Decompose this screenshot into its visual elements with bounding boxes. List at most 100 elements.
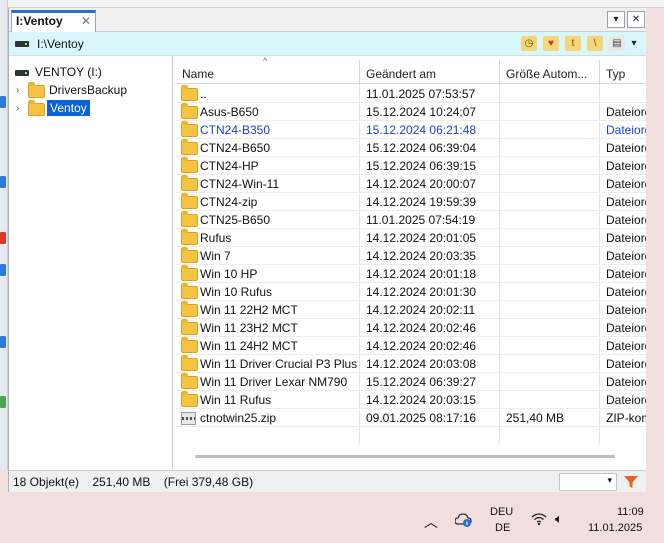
table-row[interactable]: Win 11 Driver Lexar NM790 15.12.2024 06:3… — [175, 373, 646, 391]
table-row[interactable]: .. 11.01.2025 07:53:57 — [175, 85, 646, 103]
edge-mark-icon — [0, 96, 6, 108]
close-pane-button[interactable]: ✕ — [627, 11, 645, 28]
table-row[interactable]: CTN24-Win-11 14.12.2024 20:00:07 Dateiordn… — [175, 175, 646, 193]
clock-time[interactable]: 11:09 — [617, 506, 644, 518]
column-header-name[interactable]: Name — [182, 67, 214, 81]
tree-root[interactable]: VENTOY (I:) — [9, 64, 169, 82]
zip-file-icon — [181, 412, 196, 425]
table-row[interactable]: Win 11 Rufus 14.12.2024 20:03:15 Dateiordn… — [175, 391, 646, 409]
list-header: ^ Name Geändert am Größe Autom... Typ — [175, 56, 646, 84]
filter-icon[interactable]: \ — [587, 36, 603, 51]
tree-item-ventoy[interactable]: › Ventoy — [9, 100, 169, 118]
column-separator[interactable] — [599, 60, 600, 84]
file-modified: 14.12.2024 20:01:18 — [366, 267, 477, 281]
file-type: Dateiordner — [606, 141, 646, 155]
file-name: CTN24-Win-11 — [200, 177, 280, 191]
table-row[interactable]: Win 10 Rufus 14.12.2024 20:01:30 Dateiordn… — [175, 283, 646, 301]
folder-icon — [181, 103, 198, 119]
file-type: Dateiordner — [606, 123, 646, 137]
table-row[interactable]: CTN24-B350 15.12.2024 06:21:48 Dateiordner — [175, 121, 646, 139]
folder-icon — [181, 139, 198, 155]
tag-icon[interactable]: t — [565, 36, 581, 51]
column-header-modified[interactable]: Geändert am — [366, 67, 436, 81]
table-row[interactable]: CTN24-HP 15.12.2024 06:39:15 Dateiordner — [175, 157, 646, 175]
tab-close-icon[interactable]: ✕ — [81, 14, 91, 28]
edge-mark-icon — [0, 396, 6, 408]
tree-item-label: DriversBackup — [49, 83, 128, 97]
tab-menu-button[interactable]: ▾ — [607, 11, 625, 28]
drive-icon — [15, 41, 29, 47]
file-type: Dateiordner — [606, 105, 646, 119]
chevron-right-icon[interactable]: › — [16, 85, 19, 96]
column-separator[interactable] — [499, 60, 500, 84]
table-row[interactable]: Win 11 23H2 MCT 14.12.2024 20:02:46 Dateio… — [175, 319, 646, 337]
speaker-icon[interactable]: 🔈︎ — [555, 511, 563, 527]
table-row[interactable]: Win 11 22H2 MCT 14.12.2024 20:02:11 Dateio… — [175, 301, 646, 319]
input-language-bottom[interactable]: DE — [495, 522, 510, 534]
horizontal-scrollbar[interactable] — [195, 455, 615, 458]
folder-icon — [181, 211, 198, 227]
file-name: Win 7 — [200, 249, 231, 263]
layout-icon[interactable]: ▤ — [609, 36, 625, 51]
file-type: Dateiordner — [606, 357, 646, 371]
folder-icon — [28, 100, 45, 116]
table-row[interactable]: Win 11 24H2 MCT 14.12.2024 20:02:46 Dateio… — [175, 337, 646, 355]
file-name: Win 11 Driver Crucial P3 Plus — [200, 357, 358, 371]
chevron-down-icon: ▾ — [607, 475, 612, 485]
address-path[interactable]: I:\Ventoy — [37, 37, 84, 51]
file-modified: 15.12.2024 06:39:15 — [366, 159, 477, 173]
taskbar: ︿ DEU DE 🔈︎ 11:09 11.01.2025 — [0, 492, 664, 543]
file-modified: 14.12.2024 20:01:30 — [366, 285, 477, 299]
tab-ventoy[interactable]: I:Ventoy ✕ — [11, 10, 96, 32]
left-window-edge — [0, 0, 8, 470]
file-name: CTN25-B650 — [200, 213, 271, 227]
funnel-icon[interactable] — [623, 474, 639, 490]
table-row[interactable]: Rufus 14.12.2024 20:01:05 Dateiordner — [175, 229, 646, 247]
address-bar[interactable]: I:\Ventoy ◷ ♥ t \ ▤ ▾ — [9, 32, 646, 56]
file-modified: 14.12.2024 20:01:05 — [366, 231, 477, 245]
file-name: .. — [200, 87, 207, 101]
table-row[interactable]: CTN25-B650 11.01.2025 07:54:19 Dateiordner — [175, 211, 646, 229]
table-row[interactable]: Asus-B650 15.12.2024 10:24:07 Dateiordner — [175, 103, 646, 121]
file-type: Dateiordner — [606, 303, 646, 317]
table-row[interactable]: Win 7 14.12.2024 20:03:35 Dateiordner — [175, 247, 646, 265]
file-name: Win 10 Rufus — [200, 285, 273, 299]
tray-overflow-icon[interactable]: ︿ — [424, 512, 438, 532]
file-name: Win 11 22H2 MCT — [200, 303, 298, 317]
favorites-icon[interactable]: ♥ — [543, 36, 559, 51]
table-row[interactable]: ctnotwin25.zip 09.01.2025 08:17:16 251,40 … — [175, 409, 646, 427]
folder-icon — [181, 301, 198, 317]
edge-mark-icon — [0, 232, 6, 244]
file-name: CTN24-zip — [200, 195, 258, 209]
file-type: Dateiordner — [606, 195, 646, 209]
file-name: CTN24-B350 — [200, 123, 271, 137]
table-row[interactable]: CTN24-zip 14.12.2024 19:59:39 Dateiordner — [175, 193, 646, 211]
column-separator[interactable] — [359, 60, 360, 84]
table-row[interactable]: Win 11 Driver Crucial P3 Plus 14.12.2024 … — [175, 355, 646, 373]
filter-combobox[interactable]: ▾ — [559, 473, 617, 491]
file-modified: 14.12.2024 20:03:08 — [366, 357, 477, 371]
column-header-type[interactable]: Typ — [606, 67, 625, 81]
file-modified: 09.01.2025 08:17:16 — [366, 411, 477, 425]
folder-icon — [181, 391, 198, 407]
wifi-icon[interactable] — [531, 512, 547, 526]
tree-item-driversbackup[interactable]: › DriversBackup — [9, 82, 169, 100]
table-row[interactable]: CTN24-B650 15.12.2024 06:39:04 Dateiordner — [175, 139, 646, 157]
chevron-right-icon[interactable]: › — [16, 103, 19, 114]
file-type: Dateiordner — [606, 321, 646, 335]
file-type: Dateiordner — [606, 267, 646, 281]
file-modified: 15.12.2024 06:39:27 — [366, 375, 477, 389]
column-header-size[interactable]: Größe Autom... — [506, 67, 587, 81]
background-window-edge — [8, 0, 664, 8]
cloud-info-icon[interactable] — [455, 513, 473, 527]
file-name: Rufus — [200, 231, 232, 245]
input-language-top[interactable]: DEU — [490, 506, 513, 518]
folder-icon — [181, 157, 198, 173]
edge-mark-icon — [0, 336, 6, 348]
table-row[interactable]: Win 10 HP 14.12.2024 20:01:18 Dateiordner — [175, 265, 646, 283]
toolbar-more-icon[interactable]: ▾ — [629, 36, 639, 51]
tab-title: I:Ventoy — [16, 14, 63, 28]
file-type: Dateiordner — [606, 249, 646, 263]
clock-date[interactable]: 11.01.2025 — [588, 522, 642, 534]
history-icon[interactable]: ◷ — [521, 36, 537, 51]
